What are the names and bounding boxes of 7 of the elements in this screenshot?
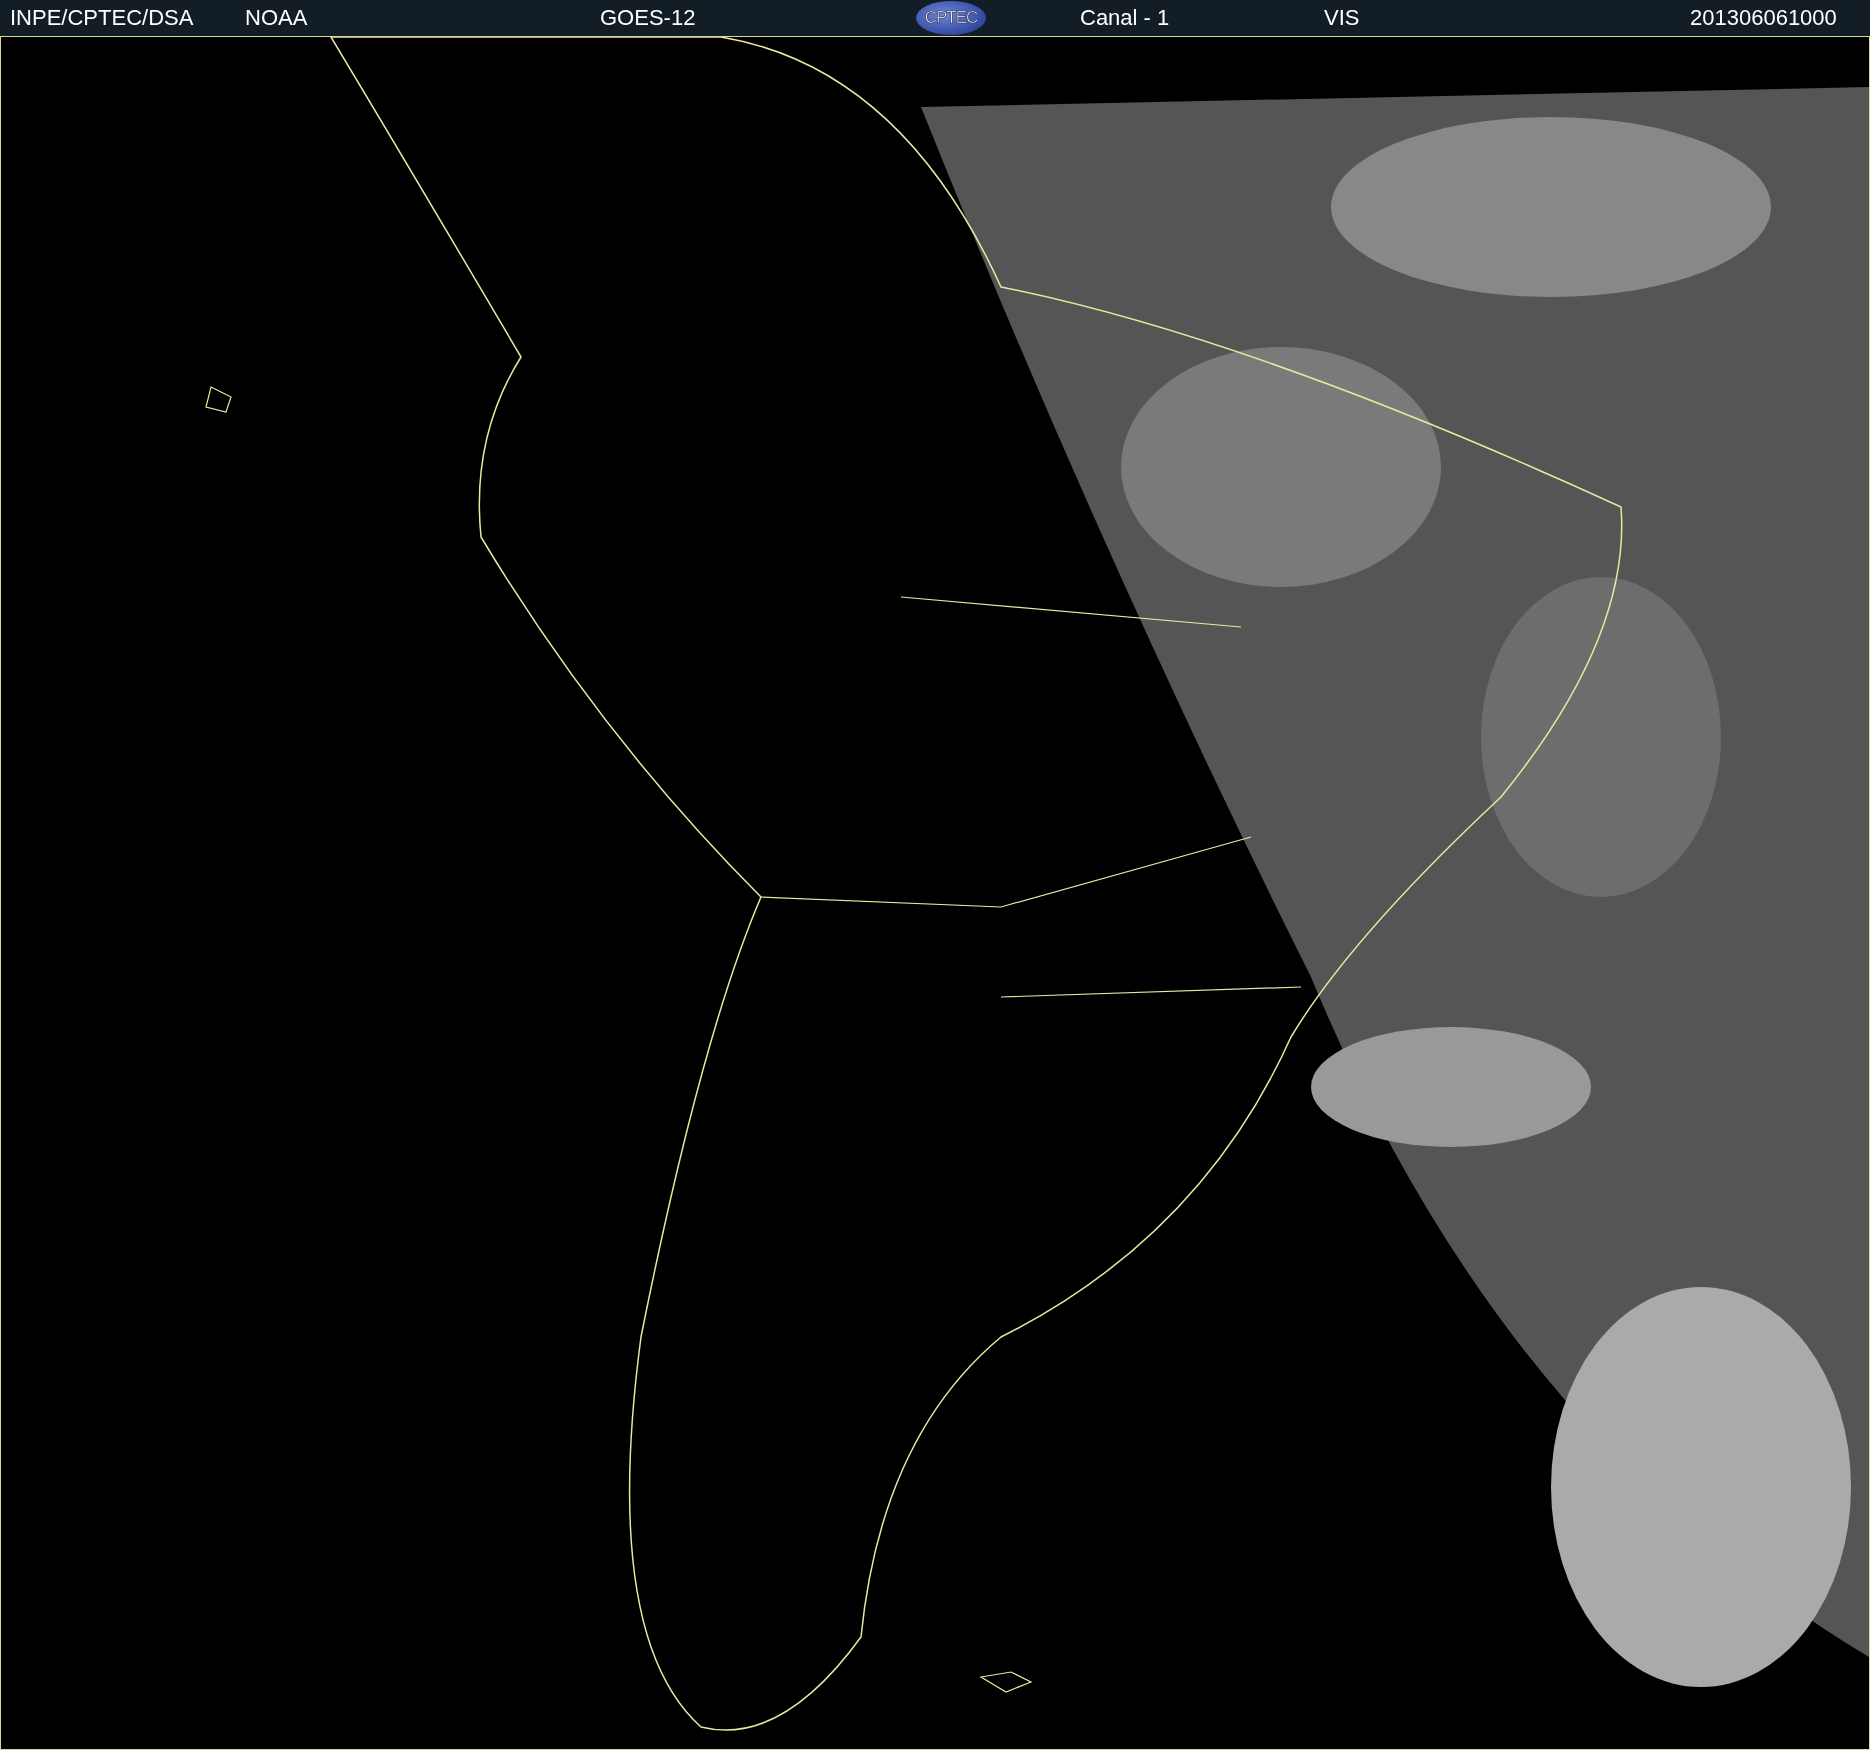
- header-label: 201306061000: [1690, 7, 1837, 29]
- header-label: NOAA: [245, 7, 309, 29]
- header-label: Canal - 1: [1080, 7, 1171, 29]
- header-label: GOES-12: [600, 7, 697, 29]
- logo: CPTEC: [916, 1, 986, 35]
- header-label: INPE/CPTEC/DSA: [10, 7, 195, 29]
- header-label: VIS: [1324, 7, 1361, 29]
